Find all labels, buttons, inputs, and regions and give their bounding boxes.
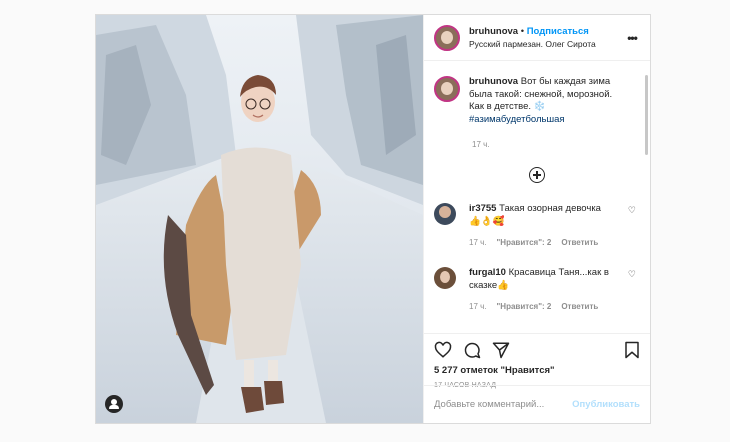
heart-icon[interactable]: ♡	[628, 269, 636, 280]
like-heart-icon[interactable]	[434, 341, 452, 359]
comment-time: 17 ч.	[469, 302, 487, 311]
follow-button[interactable]: Подписаться	[527, 26, 589, 37]
action-icons	[434, 338, 640, 362]
caption-text: bruhunova Вот бы каждая зима была такой:…	[469, 76, 629, 126]
more-options-icon[interactable]: •••	[624, 31, 640, 45]
comment-username[interactable]: furgal10	[469, 267, 506, 278]
add-comment-bar: Опубликовать	[424, 385, 650, 423]
post-photo[interactable]	[96, 15, 423, 423]
reply-button[interactable]: Ответить	[561, 302, 598, 311]
caption-avatar[interactable]	[434, 76, 460, 102]
comment-input[interactable]	[434, 399, 573, 410]
scrollbar[interactable]	[645, 75, 648, 155]
comment-meta: 17 ч. "Нравится": 2 Ответить	[469, 302, 640, 311]
hashtag-link[interactable]: #азимабудетбольшая	[469, 114, 565, 125]
comment-meta: 17 ч. "Нравится": 2 Ответить	[469, 238, 640, 247]
commenter-avatar[interactable]	[434, 267, 456, 289]
username-link[interactable]: bruhunova	[469, 26, 518, 37]
reply-button[interactable]: Ответить	[561, 238, 598, 247]
post-header: bruhunova • Подписаться Русский пармезан…	[424, 15, 650, 61]
post-card: bruhunova • Подписаться Русский пармезан…	[95, 14, 651, 424]
post-sidebar: bruhunova • Подписаться Русский пармезан…	[423, 15, 650, 423]
comment-item: ir3755 Такая озорная девочка 👍👌🥰 ♡	[434, 203, 640, 228]
bookmark-icon[interactable]	[624, 341, 640, 359]
comments-panel[interactable]: bruhunova Вот бы каждая зима была такой:…	[424, 62, 650, 332]
action-bar: 5 277 отметок "Нравится" 17 ЧАСОВ НАЗАД	[424, 333, 650, 389]
comment-likes[interactable]: "Нравится": 2	[497, 238, 552, 247]
caption: bruhunova Вот бы каждая зима была такой:…	[434, 76, 640, 126]
comment-text: furgal10 Красавица Таня...как в сказке👍	[469, 267, 609, 292]
comment-text: ir3755 Такая озорная девочка 👍👌🥰	[469, 203, 609, 228]
header-line: bruhunova • Подписаться	[469, 25, 624, 38]
share-paper-plane-icon[interactable]	[492, 341, 510, 359]
heart-icon[interactable]: ♡	[628, 205, 636, 216]
winter-photo-image	[96, 15, 423, 423]
location-link[interactable]: Русский пармезан. Олег Сирота	[469, 38, 624, 50]
comment-bubble-icon[interactable]	[463, 341, 481, 359]
avatar[interactable]	[434, 24, 460, 51]
comment-time: 17 ч.	[469, 238, 487, 247]
publish-button[interactable]: Опубликовать	[572, 399, 640, 410]
caption-time: 17 ч.	[472, 140, 490, 149]
likes-count[interactable]: 5 277 отметок "Нравится"	[434, 365, 640, 376]
comment-likes[interactable]: "Нравится": 2	[497, 302, 552, 311]
commenter-avatar[interactable]	[434, 203, 456, 225]
separator-dot: •	[520, 26, 525, 37]
comment-username[interactable]: ir3755	[469, 203, 496, 214]
caption-username[interactable]: bruhunova	[469, 76, 518, 87]
load-more-comments-icon[interactable]	[529, 167, 545, 183]
user-tag-icon[interactable]	[105, 395, 123, 413]
header-meta: bruhunova • Подписаться Русский пармезан…	[469, 25, 624, 50]
comment-item: furgal10 Красавица Таня...как в сказке👍 …	[434, 267, 640, 292]
